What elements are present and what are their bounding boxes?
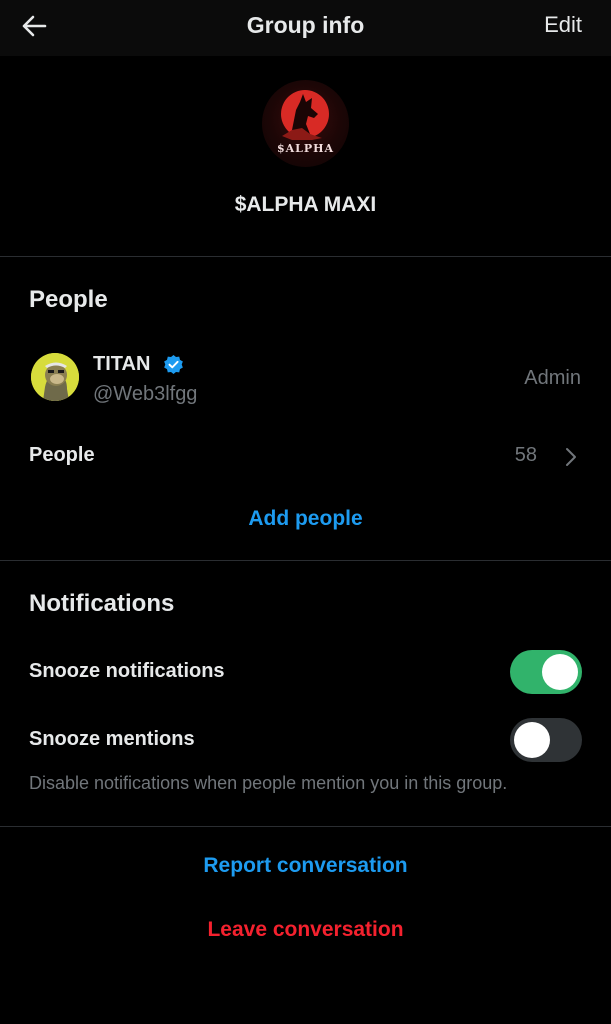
toggle-knob (542, 654, 578, 690)
page-title: Group info (246, 12, 365, 38)
toggle-knob (514, 722, 550, 758)
snooze-mentions-row: Snooze mentions (0, 715, 611, 765)
group-name: $ALPHA MAXI (234, 193, 377, 216)
people-list-row[interactable]: People 58 (0, 436, 611, 476)
notifications-section-title: Notifications (29, 590, 175, 617)
group-avatar-label: $ALPHA (276, 142, 335, 155)
people-section-title: People (29, 286, 108, 313)
report-conversation-button[interactable]: Report conversation (0, 854, 611, 878)
member-role: Admin (524, 367, 581, 389)
top-bar: Group info Edit (0, 0, 611, 56)
group-avatar[interactable]: $ALPHA (262, 80, 349, 167)
snooze-mentions-toggle[interactable] (510, 718, 582, 762)
verified-badge-icon (164, 354, 183, 375)
edit-button[interactable]: Edit (544, 12, 582, 38)
leave-conversation-button[interactable]: Leave conversation (0, 918, 611, 942)
divider (0, 560, 611, 561)
member-name: TITAN (93, 353, 151, 375)
member-handle: @Web3lfgg (93, 383, 198, 405)
snooze-notifications-label: Snooze notifications (29, 660, 225, 682)
people-row-label: People (29, 444, 95, 466)
snooze-notifications-row: Snooze notifications (0, 647, 611, 697)
member-row[interactable]: TITAN @Web3lfgg Admin (0, 345, 611, 413)
avatar (31, 353, 79, 401)
chevron-right-icon (566, 448, 576, 466)
add-people-button[interactable]: Add people (0, 507, 611, 531)
snooze-mentions-label: Snooze mentions (29, 728, 195, 750)
snooze-mentions-hint: Disable notifications when people mentio… (29, 773, 508, 793)
people-count: 58 (514, 444, 537, 466)
divider (0, 256, 611, 257)
divider (0, 826, 611, 827)
snooze-notifications-toggle[interactable] (510, 650, 582, 694)
ape-avatar-icon (31, 353, 79, 401)
